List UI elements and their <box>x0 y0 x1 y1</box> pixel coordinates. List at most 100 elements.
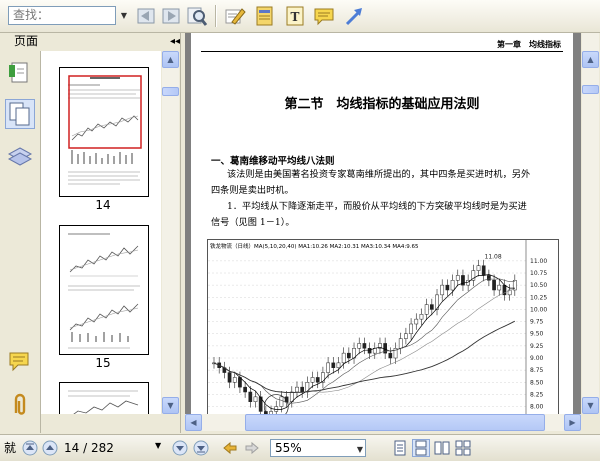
toolbar: 查找： ▼ T <box>0 0 600 33</box>
comment-tool-icon[interactable] <box>313 5 335 27</box>
candle-body <box>357 343 362 349</box>
doc-scroll-down-icon[interactable]: ▼ <box>582 397 599 414</box>
scroll-up-icon[interactable]: ▲ <box>162 51 179 68</box>
search-input[interactable]: 查找： <box>8 6 116 25</box>
chart-tick-label: 11.00 <box>530 258 547 265</box>
facing-pages-view-icon[interactable] <box>434 440 450 456</box>
status-text: 就 <box>4 441 17 455</box>
candle-body <box>450 280 455 291</box>
chart-tick-label: 10.50 <box>530 282 547 289</box>
candle-body <box>346 352 351 359</box>
continuous-facing-view-icon[interactable] <box>455 440 471 456</box>
chart-tick-label: 8.25 <box>530 391 544 398</box>
layers-icon[interactable] <box>6 143 34 171</box>
candle-body <box>341 352 346 364</box>
candle-body <box>243 386 247 393</box>
chart-tick-label: 8.50 <box>530 379 544 386</box>
candle-body <box>487 275 491 281</box>
chart-tick-label: 8.75 <box>530 367 544 374</box>
single-page-view-icon[interactable] <box>392 440 408 456</box>
document-scroll-thumb[interactable] <box>582 85 599 94</box>
candle-body <box>409 323 413 334</box>
panel-header: 页面 <box>0 33 184 50</box>
note-tool-icon[interactable] <box>254 5 276 27</box>
chart-tick-label: 9.75 <box>530 319 544 326</box>
zoom-value: 55% <box>275 441 302 455</box>
arrow-tool-icon[interactable] <box>343 5 365 27</box>
paragraph-intro: 该法则是由美国著名投资专家葛南维所提出的，其中四条是买进时机，另外 四条则是卖出… <box>211 167 561 199</box>
pages-icon[interactable] <box>5 99 35 129</box>
document-horizontal-scrollbar[interactable]: ◀ ▶ <box>185 414 581 431</box>
candlestick-chart: 11.00 10.75 10.50 10.25 10.00 9.75 9.50 9.25 9.0… <box>208 240 547 414</box>
comments-panel-icon[interactable] <box>6 347 34 375</box>
candle-body <box>331 362 336 368</box>
candle-body <box>398 338 403 349</box>
horizontal-scroll-thumb[interactable] <box>245 414 545 431</box>
section-title: 第二节 均线指标的基础应用法则 <box>284 97 480 112</box>
page-thumbnails: 14 15 <box>41 51 161 414</box>
highlight-tool-icon[interactable] <box>224 5 246 27</box>
document-view[interactable]: 第一章 均线指标 第二节 均线指标的基础应用法则 一、葛南维移动平均线八法则 该… <box>185 33 581 414</box>
back-page-icon[interactable] <box>135 5 157 27</box>
continuous-view-icon[interactable] <box>412 439 430 457</box>
go-forward-icon[interactable] <box>244 440 260 456</box>
zoom-select[interactable]: 55% ▼ <box>270 439 366 457</box>
search-dropdown-icon[interactable]: ▼ <box>118 8 130 24</box>
candle-body <box>305 382 310 393</box>
navigation-rail <box>0 51 41 433</box>
header-rule <box>201 51 563 52</box>
thumbnail-label: 15 <box>95 356 111 370</box>
text-tool-icon[interactable]: T <box>284 5 306 27</box>
scroll-right-icon[interactable]: ▶ <box>564 414 581 431</box>
chart-legend: 铁龙物流（日线）MA(5,10,20,40) MA1:10.26 MA2:10.… <box>210 244 419 250</box>
find-icon[interactable] <box>186 5 208 27</box>
forward-page-icon[interactable] <box>160 5 182 27</box>
doc-scroll-up-icon[interactable]: ▲ <box>582 51 599 68</box>
chart-tick-label: 9.25 <box>530 343 544 350</box>
paragraph-rule-1: 1．平均线从下降逐渐走平，而股价从平均线的下方突破平均线时是为买进 信号（见图 … <box>211 199 561 231</box>
page-dropdown-icon[interactable]: ▼ <box>155 441 171 457</box>
document-page: 第一章 均线指标 第二节 均线指标的基础应用法则 一、葛南维移动平均线八法则 该… <box>191 33 573 414</box>
page-number-field[interactable]: 14 / 282 <box>64 439 154 457</box>
moving-average-line <box>213 320 516 394</box>
candle-body <box>367 348 372 354</box>
svg-text:T: T <box>291 10 300 24</box>
candle-body <box>481 265 486 276</box>
subsection-heading: 一、葛南维移动平均线八法则 <box>211 156 335 167</box>
next-page-icon[interactable] <box>172 440 188 456</box>
scroll-down-icon[interactable]: ▼ <box>162 397 179 414</box>
paragraph-line: 1．平均线从下降逐渐走平，而股价从平均线的下方突破平均线时是为买进 <box>227 201 527 212</box>
first-page-icon[interactable] <box>22 440 38 456</box>
toolbar-separator <box>215 5 217 27</box>
go-back-icon[interactable] <box>222 440 238 456</box>
candle-body <box>336 362 341 368</box>
attachments-icon[interactable] <box>6 391 34 419</box>
candle-body <box>424 304 429 315</box>
candle-body <box>492 280 496 291</box>
total-pages: 282 <box>90 441 114 455</box>
chart-tick-label: 8.00 <box>530 404 544 411</box>
thumbnails-scrollbar[interactable]: ▲ ▼ <box>162 51 179 414</box>
candle-body <box>497 284 502 291</box>
chart-tick-label: 10.25 <box>530 294 547 301</box>
thumbnail-page-15[interactable] <box>59 225 149 355</box>
last-page-icon[interactable] <box>193 440 209 456</box>
candle-body <box>326 362 330 373</box>
candle-body <box>300 386 305 393</box>
bookmarks-icon[interactable] <box>6 59 34 87</box>
candle-body <box>248 391 253 402</box>
zoom-dropdown-icon[interactable]: ▼ <box>357 442 363 458</box>
candle-body <box>315 377 320 383</box>
thumbnail-page-16[interactable] <box>59 382 149 414</box>
scroll-left-icon[interactable]: ◀ <box>185 414 202 431</box>
chart-high-label: 11.08 <box>485 253 502 260</box>
candle-body <box>445 284 450 291</box>
candle-body <box>476 265 481 271</box>
candle-body <box>455 275 460 281</box>
document-vertical-scrollbar[interactable]: ▲ ▼ <box>582 33 599 414</box>
candle-body <box>404 333 408 339</box>
thumbnails-scroll-thumb[interactable] <box>162 87 179 96</box>
previous-page-icon[interactable] <box>42 440 58 456</box>
current-page-number[interactable]: 14 <box>64 441 79 455</box>
thumbnail-page-14[interactable] <box>59 67 149 197</box>
